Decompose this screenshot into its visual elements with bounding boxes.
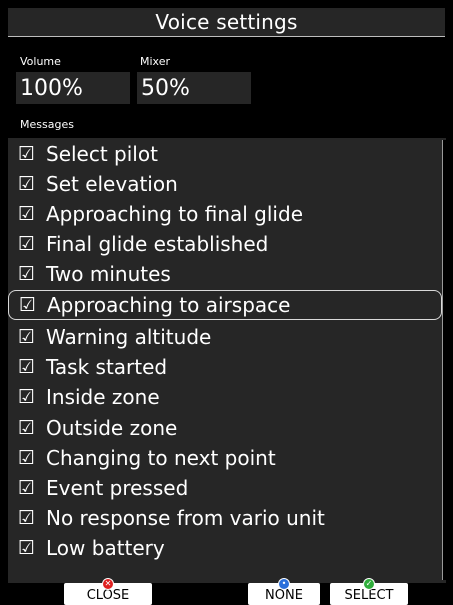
checkbox-icon[interactable]: ☑ xyxy=(8,326,44,348)
message-item-low-battery[interactable]: ☑ Low battery xyxy=(8,533,442,563)
message-item-label: Changing to next point xyxy=(46,446,276,470)
checkbox-icon[interactable]: ☑ xyxy=(9,294,45,316)
checkbox-icon[interactable]: ☑ xyxy=(8,233,44,255)
checkbox-icon[interactable]: ☑ xyxy=(8,203,44,225)
checkbox-icon[interactable]: ☑ xyxy=(8,537,44,559)
message-item-label: Outside zone xyxy=(46,416,178,440)
red-x-icon: ✕ xyxy=(103,579,113,589)
message-item-final-glide-established[interactable]: ☑ Final glide established xyxy=(8,229,442,259)
message-item-changing-next-point[interactable]: ☑ Changing to next point xyxy=(8,443,442,473)
page-title: Voice settings xyxy=(8,8,445,37)
none-button-label: NONE xyxy=(265,588,303,603)
checkbox-icon[interactable]: ☑ xyxy=(8,477,44,499)
close-button[interactable]: ✕ CLOSE xyxy=(64,579,152,605)
message-item-outside-zone[interactable]: ☑ Outside zone xyxy=(8,413,442,443)
message-item-label: Approaching to airspace xyxy=(47,293,291,317)
message-item-no-response-vario[interactable]: ☑ No response from vario unit xyxy=(8,503,442,533)
message-item-label: Set elevation xyxy=(46,172,178,196)
blue-dot-icon: • xyxy=(279,579,289,589)
message-item-warning-altitude[interactable]: ☑ Warning altitude xyxy=(8,322,442,352)
select-button[interactable]: ✓ SELECT xyxy=(330,579,408,605)
messages-list[interactable]: ☑ Select pilot ☑ Set elevation ☑ Approac… xyxy=(8,138,446,583)
message-item-label: Approaching to final glide xyxy=(46,202,303,226)
checkbox-icon[interactable]: ☑ xyxy=(8,173,44,195)
messages-label: Messages xyxy=(20,118,74,131)
message-item-label: Inside zone xyxy=(46,385,160,409)
volume-label: Volume xyxy=(20,55,61,68)
none-button[interactable]: • NONE xyxy=(248,579,320,605)
message-item-label: Low battery xyxy=(46,536,165,560)
green-check-icon: ✓ xyxy=(364,579,374,589)
message-item-task-started[interactable]: ☑ Task started xyxy=(8,352,442,382)
message-item-two-minutes[interactable]: ☑ Two minutes xyxy=(8,259,442,289)
message-item-label: Select pilot xyxy=(46,142,158,166)
checkbox-icon[interactable]: ☑ xyxy=(8,386,44,408)
volume-field[interactable]: 100% xyxy=(16,72,130,104)
message-item-approaching-airspace[interactable]: ☑ Approaching to airspace xyxy=(8,290,442,320)
mixer-label: Mixer xyxy=(140,55,171,68)
message-item-label: Warning altitude xyxy=(46,325,212,349)
checkbox-icon[interactable]: ☑ xyxy=(8,417,44,439)
message-item-inside-zone[interactable]: ☑ Inside zone xyxy=(8,382,442,412)
message-item-label: Final glide established xyxy=(46,232,269,256)
page-title-text: Voice settings xyxy=(155,10,298,34)
volume-value: 100% xyxy=(20,75,83,101)
message-item-label: No response from vario unit xyxy=(46,506,325,530)
select-button-label: SELECT xyxy=(344,588,394,603)
mixer-value: 50% xyxy=(141,75,190,101)
close-button-label: CLOSE xyxy=(86,588,130,603)
checkbox-icon[interactable]: ☑ xyxy=(8,143,44,165)
message-item-label: Event pressed xyxy=(46,476,189,500)
checkbox-icon[interactable]: ☑ xyxy=(8,507,44,529)
checkbox-icon[interactable]: ☑ xyxy=(8,447,44,469)
list-scrollbar[interactable] xyxy=(442,140,446,580)
message-item-set-elevation[interactable]: ☑ Set elevation xyxy=(8,169,442,199)
message-item-label: Task started xyxy=(46,355,168,379)
message-item-label: Two minutes xyxy=(46,262,171,286)
checkbox-icon[interactable]: ☑ xyxy=(8,263,44,285)
mixer-field[interactable]: 50% xyxy=(137,72,251,104)
checkbox-icon[interactable]: ☑ xyxy=(8,356,44,378)
message-item-approaching-final-glide[interactable]: ☑ Approaching to final glide xyxy=(8,199,442,229)
message-item-select-pilot[interactable]: ☑ Select pilot xyxy=(8,139,442,169)
message-item-event-pressed[interactable]: ☑ Event pressed xyxy=(8,473,442,503)
